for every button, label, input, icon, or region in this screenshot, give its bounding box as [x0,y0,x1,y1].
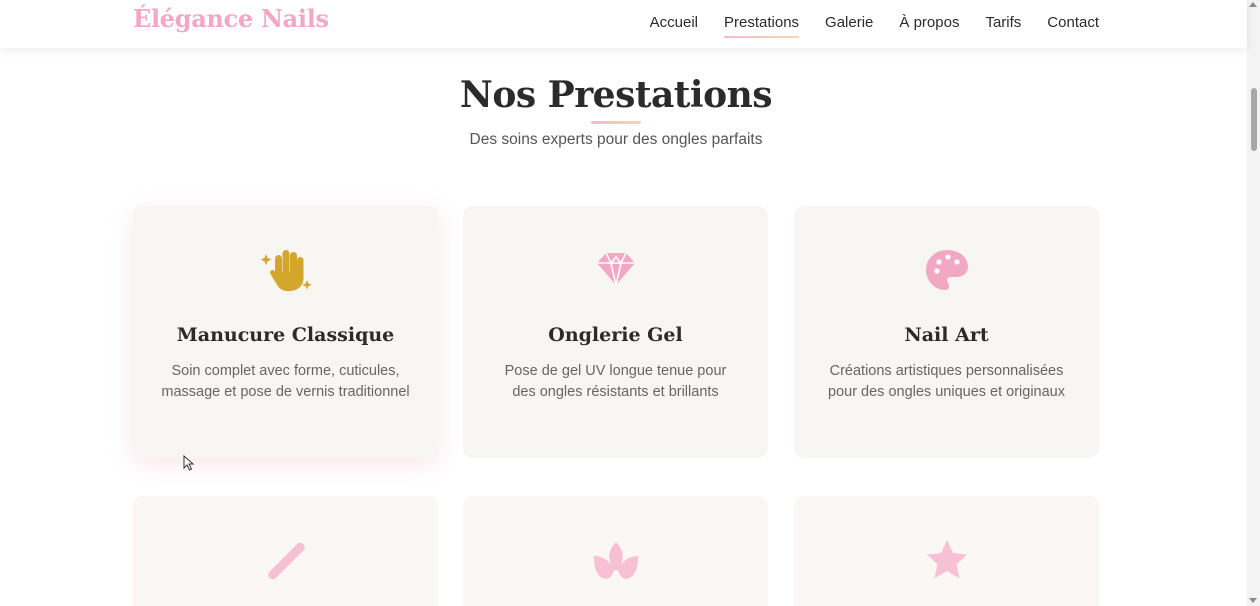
mouse-cursor-icon [183,455,195,471]
scroll-thumb[interactable] [1251,88,1257,151]
service-card-nail-art[interactable]: Nail Art Créations artistiques personnal… [794,206,1099,458]
lotus-icon [593,542,638,579]
star-icon [926,540,967,579]
page-scrollbar[interactable] [1247,0,1260,606]
nav-item-galerie[interactable]: Galerie [825,12,873,33]
service-card-5[interactable] [463,496,768,606]
title-underline [591,121,641,124]
service-title: Nail Art [904,324,989,346]
service-description: Pose de gel UV longue tenue pour des ong… [504,363,727,400]
service-title: Onglerie Gel [548,324,683,346]
gem-icon [596,252,635,286]
service-card-manucure[interactable]: Manucure Classique Soin complet avec for… [133,206,438,458]
section-title: Nos Prestations [459,74,773,116]
site-logo[interactable]: Élégance Nails [133,4,329,33]
section-subtitle: Des soins experts pour des ongles parfai… [469,131,763,148]
service-card-onglerie-gel[interactable]: Onglerie Gel Pose de gel UV longue tenue… [463,206,768,458]
nav-item-prestations[interactable]: Prestations [724,12,800,38]
nav-item-contact[interactable]: Contact [1047,12,1099,33]
scroll-down-arrow-icon[interactable] [1249,598,1257,603]
palette-icon [925,250,968,290]
sparkle-hand-icon [259,250,312,291]
service-card-4[interactable] [133,496,438,606]
service-description: Créations artistiques personnalisées pou… [828,363,1065,400]
scroll-up-arrow-icon[interactable] [1249,2,1257,7]
nail-file-icon [267,542,305,580]
nav-item-accueil[interactable]: Accueil [650,12,698,33]
service-card-6[interactable] [794,496,1099,606]
main-nav: Accueil Prestations Galerie À propos Tar… [650,0,1099,44]
site-header: Élégance Nails Accueil Prestations Galer… [0,0,1247,48]
nav-item-tarifs[interactable]: Tarifs [985,12,1021,33]
service-description: Soin complet avec forme, cuticules, mass… [161,363,410,400]
service-title: Manucure Classique [176,324,395,346]
nav-item-a-propos[interactable]: À propos [899,12,959,33]
